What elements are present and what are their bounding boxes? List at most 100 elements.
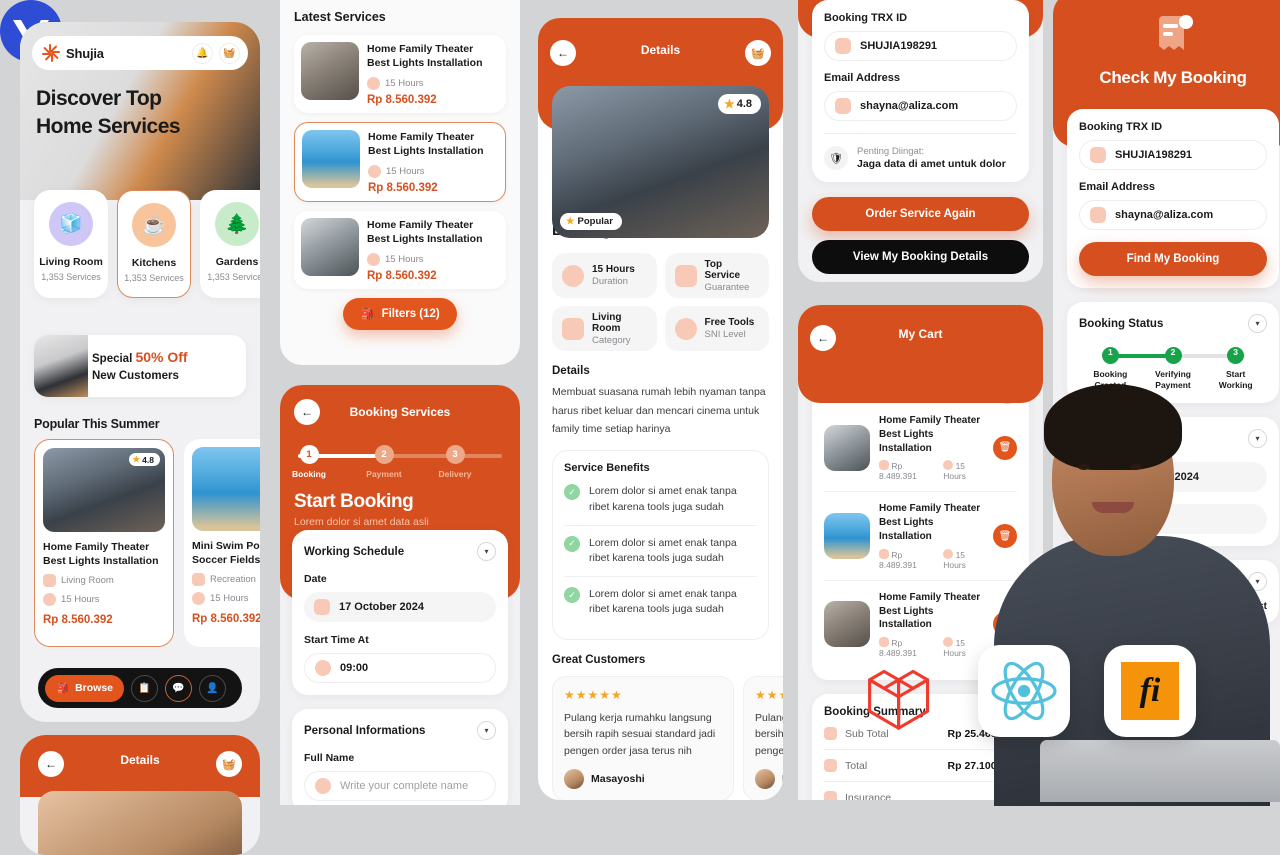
category-list: 🧊 Living Room 1,353 Services ☕ Kitchens … xyxy=(34,190,260,298)
promo-prefix: Special xyxy=(92,353,136,366)
headline-line-1: Discover Top xyxy=(36,87,162,110)
rating-value: 4.8 xyxy=(142,454,154,465)
backpack-icon xyxy=(192,573,205,587)
service-facts: 15 Hours Duration Top Service Guarantee … xyxy=(552,253,769,352)
benefit-item: ✓ Lorem dolor si amet enak tanpa ribet k… xyxy=(564,526,757,578)
category-card-kitchens[interactable]: ☕ Kitchens 1,353 Services xyxy=(117,190,191,298)
category-card-gardens[interactable]: 🌲 Gardens 1,353 Services xyxy=(200,190,260,298)
rating-badge: ★ 4.8 xyxy=(128,453,160,466)
clock-icon xyxy=(192,592,205,606)
nav-browse-button[interactable]: 🎒 Browse xyxy=(45,674,125,702)
arrow-left-icon[interactable]: ← xyxy=(294,399,320,425)
check-circle-icon: ✓ xyxy=(564,587,580,604)
details-header: ← Details 🧺 ★ 4.8 ★ Popular xyxy=(538,18,783,238)
duration-label: 15 Hours xyxy=(386,165,425,177)
bottom-navigation: 🎒 Browse 📋 💬 👤 xyxy=(38,668,242,708)
find-booking-button[interactable]: Find My Booking xyxy=(1079,242,1267,276)
chevron-down-icon[interactable]: ▾ xyxy=(1248,314,1267,333)
money-icon xyxy=(879,460,889,471)
chat-icon[interactable]: 💬 xyxy=(165,674,193,702)
promo-text: Special 50% Off New Customers xyxy=(92,347,188,384)
figma-mark: fi xyxy=(1121,662,1179,720)
service-list-item[interactable]: Home Family Theater Best Lights Installa… xyxy=(294,35,506,113)
order-again-button[interactable]: Order Service Again xyxy=(812,197,1029,231)
shield-icon: 🛡 xyxy=(824,146,848,170)
fact-key: Duration xyxy=(592,276,628,288)
service-category: Recreation xyxy=(192,573,260,587)
basket-icon[interactable]: 🧺 xyxy=(216,751,242,777)
date-value: 17 October 2024 xyxy=(339,601,424,613)
basket-icon[interactable]: 🧺 xyxy=(745,40,771,66)
trx-id-input[interactable]: SHUJIA198291 xyxy=(824,31,1017,61)
service-duration: 15 Hours xyxy=(192,592,260,606)
sun-burst-icon xyxy=(40,44,60,63)
clock-icon xyxy=(368,164,381,178)
note-label: Penting Diingat: xyxy=(857,146,925,157)
check-circle-icon: ✓ xyxy=(564,535,580,552)
details-hero-photo: ★ 4.8 ★ Popular xyxy=(552,86,769,238)
service-title-line1: Home Family Theater xyxy=(367,218,474,231)
time-input[interactable]: 09:00 xyxy=(304,653,496,683)
clock-icon xyxy=(943,460,954,471)
clock-icon xyxy=(943,637,954,648)
benefits-title: Service Benefits xyxy=(564,462,650,475)
booking-status-header: Booking Status ▾ xyxy=(1079,314,1267,333)
promo-banner[interactable]: Special 50% Off New Customers xyxy=(34,335,246,397)
email-input[interactable]: shayna@aliza.com xyxy=(824,91,1017,121)
cart-item[interactable]: Home Family Theater Best Lights Installa… xyxy=(824,404,1017,493)
category-card-living-room[interactable]: 🧊 Living Room 1,353 Services xyxy=(34,190,108,298)
latest-services-screen: Latest Services Home Family Theater Best… xyxy=(280,0,520,365)
profile-icon[interactable]: 👤 xyxy=(199,674,227,702)
service-benefits-card: Service Benefits ✓ Lorem dolor si amet e… xyxy=(552,450,769,640)
full-name-input[interactable]: Write your complete name xyxy=(304,771,496,801)
category-label: Recreation xyxy=(210,574,256,586)
review-author-name: Masayoshi xyxy=(782,773,783,785)
user-icon xyxy=(315,778,331,794)
promo-line2: New Customers xyxy=(92,370,179,382)
receipt-icon xyxy=(1152,14,1194,58)
bell-icon[interactable]: 🔔 xyxy=(192,42,213,64)
full-name-placeholder: Write your complete name xyxy=(340,780,469,792)
popular-card[interactable]: ★ 4.8 Home Family Theater Best Lights In… xyxy=(34,439,174,647)
service-list-item[interactable]: Home Family Theater Best Lights Installa… xyxy=(294,210,506,289)
money-icon xyxy=(879,548,889,559)
category-count: 1,353 Services xyxy=(124,273,184,283)
cart-item[interactable]: Home Family Theater Best Lights Installa… xyxy=(824,492,1017,581)
trx-id-input[interactable]: SHUJIA198291 xyxy=(1079,140,1267,170)
star-icon: ★ xyxy=(723,97,735,111)
cart-title: My Cart xyxy=(898,327,943,341)
nav-browse-label: Browse xyxy=(75,682,114,694)
step-booking[interactable]: 1 Booking xyxy=(280,445,339,479)
service-list-item[interactable]: Home Family Theater Best Lights Installa… xyxy=(294,121,506,202)
full-name-label: Full Name xyxy=(304,752,355,764)
step-payment[interactable]: 2 Payment xyxy=(354,445,414,479)
service-photo xyxy=(192,447,260,531)
filters-button[interactable]: 🎒 Filters (12) xyxy=(343,297,457,330)
service-title-line2: Best Lights Installation xyxy=(367,233,483,246)
basket-icon[interactable]: 🧺 xyxy=(219,42,240,64)
fact-key: Category xyxy=(592,334,631,346)
step-delivery[interactable]: 3 Delivery xyxy=(425,445,485,479)
ticket-icon xyxy=(1090,147,1106,163)
date-input[interactable]: 17 October 2024 xyxy=(304,592,496,622)
check-booking-title: Check My Booking xyxy=(1099,68,1247,87)
status-step-number: 2 xyxy=(1164,347,1182,364)
service-title: Mini Swim Pool Soccer Fields xyxy=(192,539,260,567)
badge-icon xyxy=(674,264,697,287)
details-mini-header: ← Details 🧺 xyxy=(20,735,260,797)
chevron-down-icon[interactable]: ▾ xyxy=(477,721,496,740)
email-input[interactable]: shayna@aliza.com xyxy=(1079,200,1267,230)
working-schedule-header: Working Schedule ▾ xyxy=(304,542,496,561)
filter-backpack-icon: 🎒 xyxy=(360,308,375,321)
orders-icon[interactable]: 📋 xyxy=(131,674,159,702)
popular-card[interactable]: Mini Swim Pool Soccer Fields Recreation … xyxy=(184,439,260,647)
service-price: Rp 8.560.392 xyxy=(43,614,113,627)
star-icon: ★ xyxy=(566,216,575,227)
presenter-eye-left xyxy=(1078,464,1090,470)
view-booking-details-button[interactable]: View My Booking Details xyxy=(812,240,1029,274)
email-value: shayna@aliza.com xyxy=(860,100,959,112)
trx-id-label: Booking TRX ID xyxy=(824,12,908,24)
personal-info-title: Personal Informations xyxy=(304,724,426,737)
chevron-down-icon[interactable]: ▾ xyxy=(477,542,496,561)
booking-trx-screen: Booking TRX ID SHUJIA198291 Email Addres… xyxy=(798,0,1043,282)
